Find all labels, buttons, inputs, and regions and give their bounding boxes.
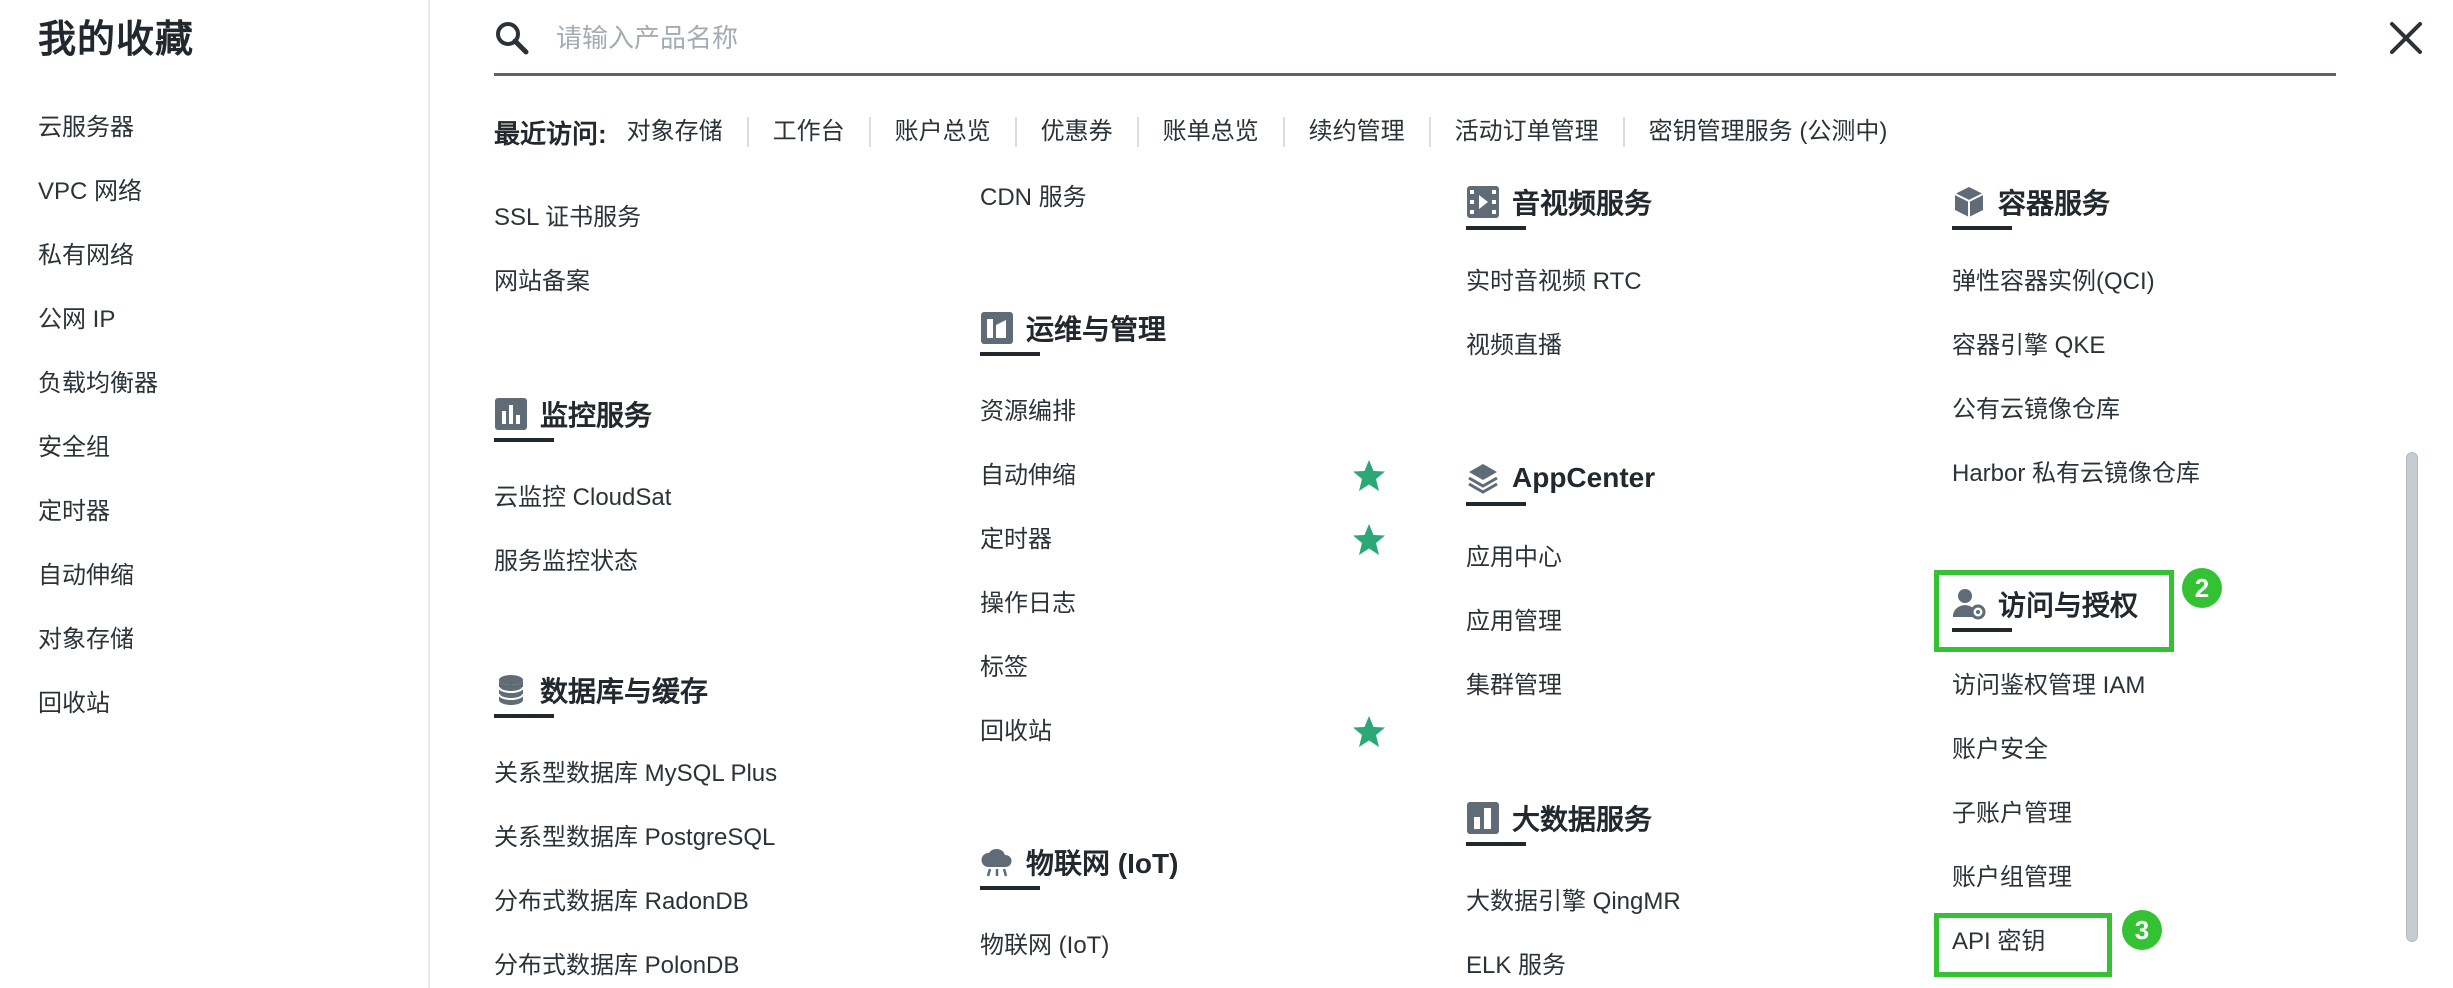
sidebar-title: 我的收藏	[38, 19, 195, 61]
scrollbar-thumb[interactable]	[2406, 452, 2418, 942]
product-live-streaming[interactable]: 视频直播	[1466, 330, 1562, 362]
heading-underline	[1466, 502, 1526, 506]
recent-visits-label: 最近访问:	[494, 118, 607, 149]
category-container: 容器服务	[1952, 180, 2110, 232]
product-website-filing[interactable]: 网站备案	[494, 266, 590, 298]
recent-visits: 最近访问: 对象存储 工作台 账户总览 优惠券 账单总览 续约管理 活动订单管理…	[494, 112, 1911, 152]
recent-item-workbench[interactable]: 工作台	[746, 117, 869, 147]
favorite-star-icon[interactable]	[1352, 459, 1386, 493]
sidebar-item-security-group[interactable]: 安全组	[38, 428, 158, 492]
favorite-star-icon[interactable]	[1352, 715, 1386, 749]
product-rtc[interactable]: 实时音视频 RTC	[1466, 266, 1642, 298]
category-ops-title: 运维与管理	[1026, 314, 1167, 345]
close-icon[interactable]	[2386, 18, 2426, 58]
heading-underline	[980, 352, 1040, 356]
product-iot[interactable]: 物联网 (IoT)	[980, 930, 1109, 962]
heading-underline	[494, 438, 554, 442]
recent-item-object-storage[interactable]: 对象存储	[617, 117, 747, 147]
database-icon	[498, 675, 524, 705]
product-recycle-bin[interactable]: 回收站	[980, 716, 1052, 748]
product-qingmr[interactable]: 大数据引擎 QingMR	[1466, 886, 1681, 918]
highlight-box	[1934, 913, 2112, 977]
product-cloudsat[interactable]: 云监控 CloudSat	[494, 482, 671, 514]
sidebar-item-timer[interactable]: 定时器	[38, 492, 158, 556]
building-icon	[981, 312, 1013, 344]
sidebar-item-private-network[interactable]: 私有网络	[38, 236, 158, 300]
sidebar-item-object-storage[interactable]: 对象存储	[38, 620, 158, 684]
layers-icon	[1468, 464, 1498, 494]
search-icon[interactable]	[494, 20, 530, 56]
product-qci[interactable]: 弹性容器实例(QCI)	[1952, 266, 2155, 298]
favorite-star-icon[interactable]	[1352, 523, 1386, 557]
category-database-cache: 数据库与缓存	[494, 668, 708, 720]
product-iam[interactable]: 访问鉴权管理 IAM	[1952, 670, 2145, 702]
product-catalog: SSL 证书服务 网站备案 监控服务 云监控 CloudSat 服务监控状态 数…	[440, 180, 2400, 988]
recent-item-account-overview[interactable]: 账户总览	[868, 117, 1015, 147]
product-postgresql[interactable]: 关系型数据库 PostgreSQL	[494, 822, 775, 854]
product-tags[interactable]: 标签	[980, 652, 1028, 684]
heading-underline	[494, 714, 554, 718]
heading-underline	[1466, 842, 1526, 846]
product-account-group-management[interactable]: 账户组管理	[1952, 862, 2072, 894]
category-iot: 物联网 (IoT)	[980, 840, 1178, 892]
sidebar-item-vpc-network[interactable]: VPC 网络	[38, 172, 158, 236]
category-appcenter-title: AppCenter	[1512, 462, 1656, 493]
product-search-input[interactable]	[556, 14, 2256, 62]
highlight-box	[1934, 570, 2174, 652]
cloud-iot-icon	[981, 848, 1012, 877]
product-sub-account-management[interactable]: 子账户管理	[1952, 798, 2072, 830]
category-big-data-title: 大数据服务	[1512, 804, 1653, 835]
recent-item-coupons[interactable]: 优惠券	[1014, 117, 1137, 147]
category-database-title: 数据库与缓存	[540, 676, 709, 707]
category-container-title: 容器服务	[1998, 188, 2111, 219]
sidebar-item-cloud-server[interactable]: 云服务器	[38, 108, 158, 172]
product-mysql-plus[interactable]: 关系型数据库 MySQL Plus	[494, 758, 777, 790]
favorites-sidebar: 我的收藏 云服务器 VPC 网络 私有网络 公网 IP 负载均衡器 安全组 定时…	[0, 0, 430, 988]
sidebar-item-public-ip[interactable]: 公网 IP	[38, 300, 158, 364]
product-radondb[interactable]: 分布式数据库 RadonDB	[494, 886, 749, 918]
product-resource-orchestration[interactable]: 资源编排	[980, 396, 1076, 428]
category-monitoring: 监控服务	[494, 392, 652, 444]
heading-underline	[1466, 226, 1526, 230]
product-cluster-management[interactable]: 集群管理	[1466, 670, 1562, 702]
bar-chart-icon	[1467, 802, 1499, 834]
product-cdn[interactable]: CDN 服务	[980, 182, 1087, 214]
product-service-monitor-status[interactable]: 服务监控状态	[494, 546, 638, 578]
sidebar-item-load-balancer[interactable]: 负载均衡器	[38, 364, 158, 428]
chart-bars-icon	[495, 398, 527, 430]
product-search-bar	[494, 0, 2336, 76]
product-app-management[interactable]: 应用管理	[1466, 606, 1562, 638]
video-play-icon	[1467, 186, 1499, 218]
product-polondb[interactable]: 分布式数据库 PolonDB	[494, 950, 739, 982]
category-appcenter: AppCenter	[1466, 456, 1655, 508]
favorites-list: 云服务器 VPC 网络 私有网络 公网 IP 负载均衡器 安全组 定时器 自动伸…	[38, 108, 158, 748]
step-badge: 2	[2182, 568, 2222, 608]
product-app-center[interactable]: 应用中心	[1466, 542, 1562, 574]
product-account-security[interactable]: 账户安全	[1952, 734, 2048, 766]
category-ops-management: 运维与管理	[980, 306, 1166, 358]
product-operation-log[interactable]: 操作日志	[980, 588, 1076, 620]
category-audio-video: 音视频服务	[1466, 180, 1652, 232]
recent-item-kms[interactable]: 密钥管理服务 (公测中)	[1622, 117, 1912, 147]
product-public-image-registry[interactable]: 公有云镜像仓库	[1952, 394, 2120, 426]
recent-item-renewal-management[interactable]: 续约管理	[1282, 117, 1429, 147]
cube-icon	[1954, 187, 1984, 217]
category-big-data: 大数据服务	[1466, 796, 1652, 848]
category-iot-title: 物联网 (IoT)	[1026, 848, 1179, 879]
step-badge: 3	[2122, 910, 2162, 950]
sidebar-item-recycle-bin[interactable]: 回收站	[38, 684, 158, 748]
recent-item-bill-overview[interactable]: 账单总览	[1136, 117, 1283, 147]
product-ssl-certificate[interactable]: SSL 证书服务	[494, 202, 641, 234]
sidebar-item-auto-scaling[interactable]: 自动伸缩	[38, 556, 158, 620]
recent-item-campaign-orders[interactable]: 活动订单管理	[1428, 117, 1623, 147]
product-timer[interactable]: 定时器	[980, 524, 1052, 556]
product-harbor[interactable]: Harbor 私有云镜像仓库	[1952, 458, 2200, 490]
heading-underline	[1952, 226, 2012, 230]
heading-underline	[980, 886, 1040, 890]
product-elk[interactable]: ELK 服务	[1466, 950, 1566, 982]
product-qke[interactable]: 容器引擎 QKE	[1952, 330, 2105, 362]
category-audio-video-title: 音视频服务	[1512, 188, 1653, 219]
product-auto-scaling[interactable]: 自动伸缩	[980, 460, 1076, 492]
category-monitoring-title: 监控服务	[540, 400, 653, 431]
